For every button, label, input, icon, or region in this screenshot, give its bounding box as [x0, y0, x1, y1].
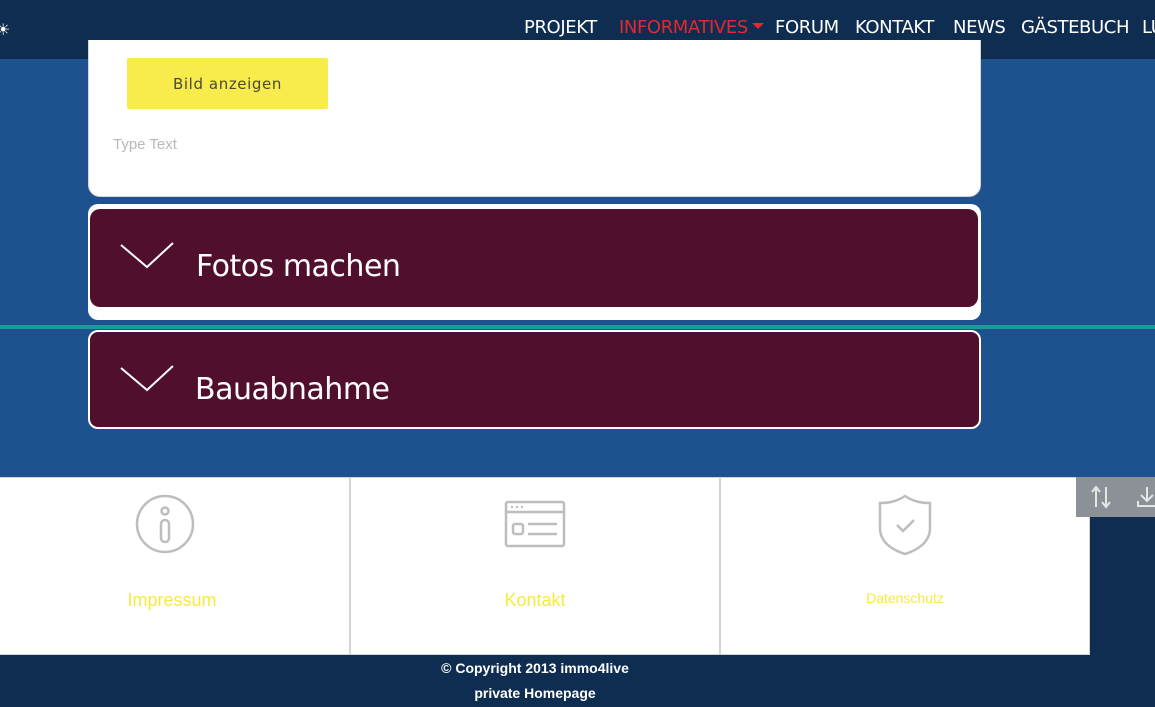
caret-down-icon	[751, 23, 764, 29]
nav-item-forum[interactable]: FORUM	[775, 17, 839, 38]
accordion-item-bauabnahme[interactable]: Bauabnahme	[88, 330, 981, 429]
info-icon	[135, 494, 195, 554]
footer-card-datenschutz[interactable]: Datenschutz	[720, 477, 1090, 655]
nav-item-kontakt[interactable]: KONTAKT	[855, 17, 934, 38]
chevron-down-icon	[120, 365, 174, 392]
side-toolbar	[1076, 477, 1155, 517]
logo-icon[interactable]: ☀	[0, 20, 10, 39]
chevron-down-icon	[120, 242, 174, 269]
shield-check-icon	[878, 494, 932, 556]
footer-card-kontakt[interactable]: Kontakt	[350, 477, 720, 655]
impressum-link[interactable]: Impressum	[0, 590, 349, 611]
nav-item-lu[interactable]: LU	[1142, 17, 1155, 38]
nav-item-projekt[interactable]: PROJEKT	[524, 17, 597, 38]
datenschutz-link[interactable]: Datenschutz	[721, 590, 1089, 606]
kontakt-link[interactable]: Kontakt	[351, 590, 719, 611]
expanded-panel: Bild anzeigen Type Text	[88, 40, 981, 197]
accordion-item-fotos-machen[interactable]: Fotos machen	[90, 209, 978, 307]
accordion-title: Bauabnahme	[195, 372, 390, 407]
copyright-text: © Copyright 2013 immo4live	[441, 660, 629, 676]
nav-item-gaestebuch[interactable]: GÄSTEBUCH	[1021, 17, 1129, 38]
contact-card-icon	[504, 500, 566, 548]
nav-item-news[interactable]: NEWS	[953, 17, 1006, 38]
download-icon[interactable]	[1136, 485, 1155, 509]
footer-card-impressum[interactable]: Impressum	[0, 477, 350, 655]
section-divider	[0, 325, 1155, 329]
nav-item-informatives[interactable]: INFORMATIVES	[619, 17, 764, 38]
copyright-subtitle: private Homepage	[474, 685, 596, 701]
show-image-button[interactable]: Bild anzeigen	[127, 58, 328, 109]
accordion-title: Fotos machen	[196, 249, 401, 284]
nav-item-informatives-label: INFORMATIVES	[619, 17, 748, 38]
type-text-placeholder[interactable]: Type Text	[113, 136, 177, 153]
sort-icon[interactable]	[1090, 485, 1112, 509]
